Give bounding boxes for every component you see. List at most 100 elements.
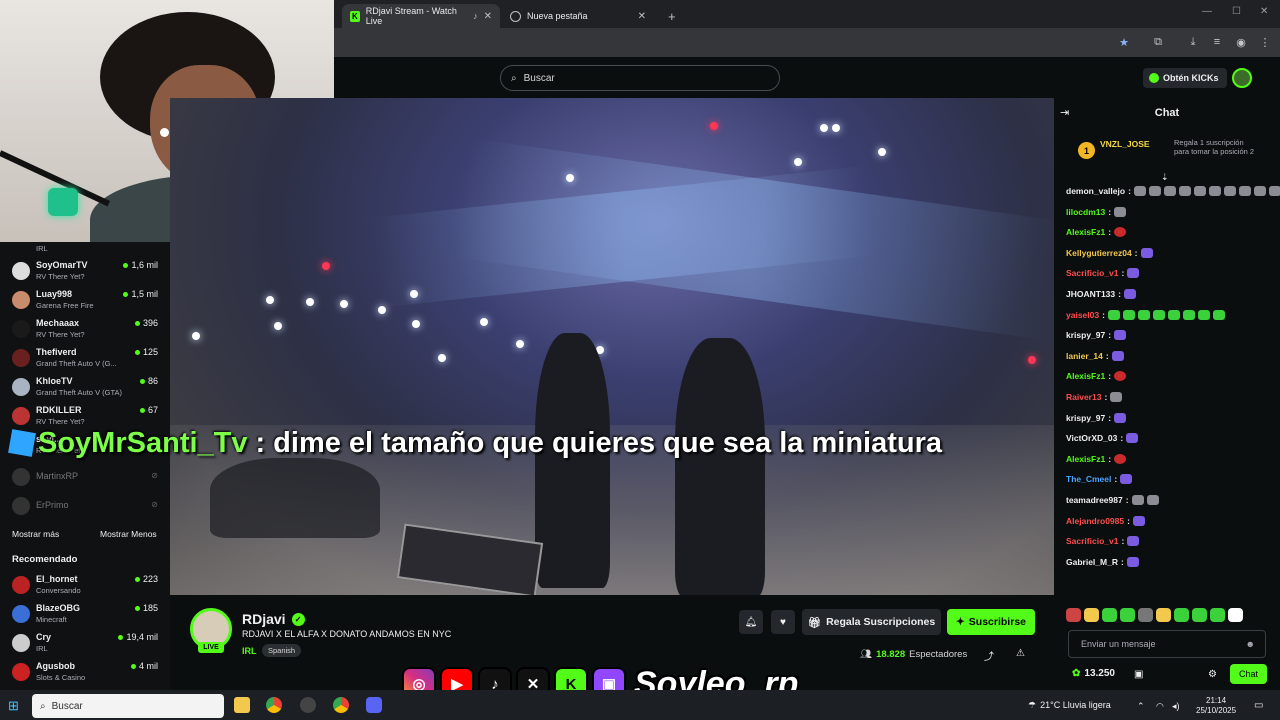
emote-shortcut-icon[interactable]	[1066, 608, 1081, 622]
emoji-icon[interactable]: ☻	[1246, 639, 1255, 649]
emote-shortcut-icon[interactable]	[1210, 608, 1225, 622]
close-tab-icon[interactable]: ✕	[484, 11, 492, 22]
emote-shortcut-icon[interactable]	[1192, 608, 1207, 622]
volume-icon[interactable]: ◂)	[1172, 701, 1180, 712]
chat-username[interactable]: The_Cmeel	[1066, 474, 1111, 484]
sidebar-channel-erprimo[interactable]: ErPrimo ⊘	[0, 491, 170, 520]
close-window-icon[interactable]: ✕	[1260, 6, 1268, 17]
streamer-name[interactable]: RDjavi ✓	[242, 611, 305, 627]
pinned-gift-text[interactable]: Regala 1 suscripción para tomar la posic…	[1174, 138, 1259, 156]
chat-username[interactable]: JHOANT133	[1066, 289, 1115, 299]
chat-send-button[interactable]: Chat	[1230, 664, 1267, 684]
chat-username[interactable]: VictOrXD_03	[1066, 433, 1117, 443]
follow-heart-button[interactable]: ♥	[771, 610, 795, 634]
chat-username[interactable]: lilocdm13	[1066, 207, 1105, 217]
chat-username[interactable]: lanier_14	[1066, 351, 1103, 361]
close-tab-icon[interactable]: ✕	[638, 11, 646, 22]
sidebar-channel-martinxrp[interactable]: MartinxRP ⊘	[0, 462, 170, 491]
wifi-icon[interactable]: ◠	[1156, 701, 1164, 712]
file-explorer-icon[interactable]	[234, 697, 250, 713]
download-icon[interactable]: ⤓	[1186, 35, 1200, 49]
chat-username[interactable]: yaisel03	[1066, 310, 1099, 320]
system-clock[interactable]: 21:14 25/10/2025	[1196, 696, 1236, 716]
sidebar-channel-soyomartv[interactable]: SoyOmarTV RV There Yet? 1,6 mil	[0, 256, 170, 285]
chat-username[interactable]: AlexisFz1	[1066, 227, 1105, 237]
kicks-balance[interactable]: ✿ 13.250	[1072, 668, 1115, 679]
emote-shortcut-icon[interactable]	[1174, 608, 1189, 622]
weather-widget[interactable]: ☂ 21°C Lluvia ligera	[1028, 700, 1111, 711]
get-kicks-button[interactable]: Obtén KICKs	[1143, 68, 1227, 88]
chat-username[interactable]: Raiver13	[1066, 392, 1101, 402]
emote-shortcut-icon[interactable]	[1138, 608, 1153, 622]
chat-username[interactable]: Alejandro0985	[1066, 516, 1124, 526]
tray-chevron-icon[interactable]: ⌃	[1137, 701, 1145, 712]
emote-shortcut-icon[interactable]	[1228, 608, 1243, 622]
user-avatar[interactable]	[1232, 68, 1252, 88]
sidebar-rec-cry[interactable]: Cry IRL 19,4 mil	[0, 628, 170, 657]
sidebar-channel-thefiverd[interactable]: Thefiverd Grand Theft Auto V (G... 125	[0, 343, 170, 372]
tab-rdjavi-stream[interactable]: K RDjavi Stream - Watch Live ♪ ✕	[342, 4, 500, 28]
notification-icon[interactable]: ▭	[1254, 700, 1263, 711]
chat-message-input[interactable]: Enviar un mensaje ☻	[1068, 630, 1266, 658]
emote-icon	[1268, 186, 1280, 196]
sidebar-channel-luay998[interactable]: Luay998 Garena Free Fire 1,5 mil	[0, 285, 170, 314]
emote-shortcut-icon[interactable]	[1120, 608, 1135, 622]
share-icon[interactable]: ⤴	[984, 648, 994, 663]
kicks-coin-icon	[1149, 73, 1159, 83]
chat-input-placeholder: Enviar un mensaje	[1081, 639, 1156, 649]
media-icon[interactable]: ≡	[1210, 35, 1224, 49]
sidebar-channel-khloetv[interactable]: KhloeTV Grand Theft Auto V (GTA) 86	[0, 372, 170, 401]
sidebar-rec-el-hornet[interactable]: El_hornet Conversando 223	[0, 570, 170, 599]
settings-gear-icon[interactable]: ⚙	[1208, 669, 1217, 680]
channel-category: IRL	[36, 644, 48, 653]
emote-shortcut-icon[interactable]	[1084, 608, 1099, 622]
tab-new-tab[interactable]: Nueva pestaña ✕	[502, 4, 654, 28]
live-badge: LIVE	[198, 642, 224, 653]
pinned-username[interactable]: VNZL_JOSE	[1100, 139, 1150, 149]
chrome-icon[interactable]	[333, 697, 349, 713]
profile-icon[interactable]: ◉	[1234, 35, 1248, 49]
maximize-icon[interactable]: ☐	[1232, 6, 1241, 17]
stage-light	[566, 174, 574, 182]
minimize-icon[interactable]: —	[1202, 6, 1212, 17]
chat-username[interactable]: Sacrificio_v1	[1066, 268, 1118, 278]
sidebar-channel-mechaaax[interactable]: Mechaaax RV There Yet? 396	[0, 314, 170, 343]
windows-start-icon[interactable]: ⊞	[8, 698, 19, 714]
chat-username[interactable]: Gabriel_M_R	[1066, 557, 1118, 567]
taskbar-search-input[interactable]: ⌕ Buscar	[32, 694, 224, 718]
video-player[interactable]	[170, 98, 1054, 595]
obs-icon[interactable]	[300, 697, 316, 713]
emote-shortcut-icon[interactable]	[1156, 608, 1171, 622]
menu-dots-icon[interactable]: ⋮	[1258, 35, 1272, 49]
sidebar-rec-agusbob[interactable]: Agusbob Slots & Casino 4 mil	[0, 657, 170, 686]
extensions-icon[interactable]: ⧉	[1151, 35, 1165, 49]
chat-username[interactable]: AlexisFz1	[1066, 371, 1105, 381]
chat-username[interactable]: teamadree987	[1066, 495, 1123, 505]
subscribe-button[interactable]: ✦ Suscribirse	[947, 609, 1035, 635]
stream-category-link[interactable]: IRL	[242, 646, 257, 656]
chat-username[interactable]: krispy_97	[1066, 330, 1105, 340]
emote-shortcut-icon[interactable]	[1102, 608, 1117, 622]
language-tag[interactable]: Spanish	[262, 644, 302, 657]
chrome-icon[interactable]	[266, 697, 282, 713]
chat-username[interactable]: Sacrificio_v1	[1066, 536, 1118, 546]
speaker-icon[interactable]: ♪	[473, 11, 478, 21]
discord-icon[interactable]	[366, 697, 382, 713]
chat-username[interactable]: AlexisFz1	[1066, 454, 1105, 464]
gift-shop-icon[interactable]: ▣	[1134, 669, 1143, 680]
report-icon[interactable]: ⚠	[1016, 648, 1025, 659]
chat-username[interactable]: demon_vallejo	[1066, 186, 1125, 196]
chat-username[interactable]: Kellygutierrez04	[1066, 248, 1132, 258]
search-input[interactable]: ⌕ Buscar	[500, 65, 780, 91]
bookmark-star-icon[interactable]: ★	[1117, 35, 1131, 49]
show-less-button[interactable]: Mostrar Menos	[100, 529, 157, 539]
chat-username[interactable]: krispy_97	[1066, 413, 1105, 423]
stage-light	[820, 124, 828, 132]
viewer-count: 1,5 mil	[123, 289, 158, 299]
sidebar-rec-blazeobg[interactable]: BlazeOBG Minecraft 185	[0, 599, 170, 628]
gift-subscriptions-button[interactable]: 🎁︎ Regala Suscripciones	[802, 609, 941, 635]
show-more-button[interactable]: Mostrar más	[12, 529, 59, 539]
notification-bell-button[interactable]: 🔔︎	[739, 610, 763, 634]
new-tab-button[interactable]: +	[660, 4, 684, 28]
expand-leaderboard-icon[interactable]: ⇣	[1161, 172, 1169, 183]
